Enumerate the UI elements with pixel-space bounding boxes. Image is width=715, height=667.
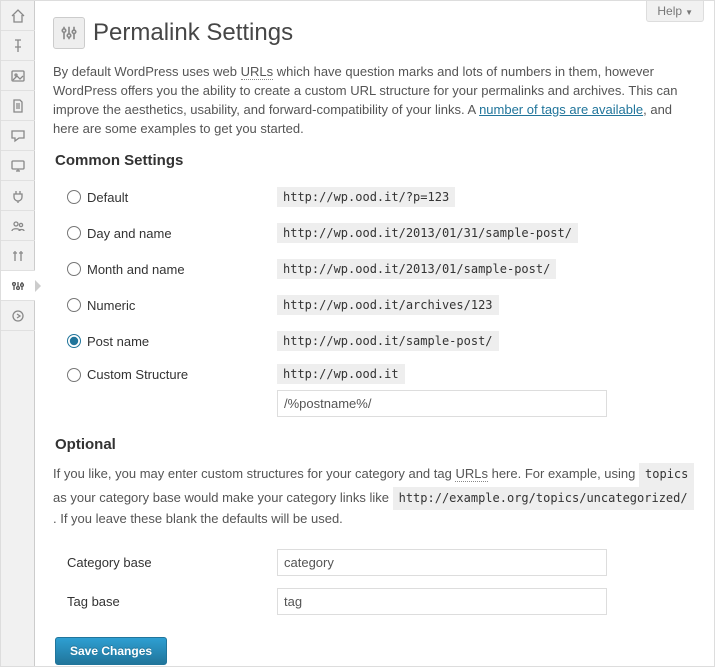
category-base-label: Category base: [67, 555, 277, 570]
page-title: Permalink Settings: [93, 19, 293, 47]
option-label: Custom Structure: [87, 367, 188, 382]
option-custom-structure: Custom Structure http://wp.ood.it: [53, 359, 696, 422]
option-label: Month and name: [87, 262, 185, 277]
sidebar-item-settings[interactable]: [1, 271, 35, 301]
sidebar-item-collapse[interactable]: [1, 301, 35, 331]
page-icon: [10, 98, 26, 114]
tag-base-input[interactable]: [277, 588, 607, 615]
sidebar-item-dashboard[interactable]: [1, 1, 35, 31]
option-label: Default: [87, 190, 128, 205]
radio-numeric[interactable]: [67, 298, 81, 312]
option-day-and-name: Day and name http://wp.ood.it/2013/01/31…: [53, 215, 696, 251]
option-label: Post name: [87, 334, 149, 349]
admin-sidebar: [1, 1, 35, 666]
settings-icon: [10, 278, 26, 294]
common-settings-heading: Common Settings: [55, 152, 696, 169]
sidebar-item-comments[interactable]: [1, 121, 35, 151]
option-example: http://wp.ood.it/sample-post/: [277, 331, 499, 351]
tools-icon: [10, 248, 26, 264]
option-label: Day and name: [87, 226, 172, 241]
plugin-icon: [10, 188, 26, 204]
option-label: Numeric: [87, 298, 135, 313]
tag-base-row: Tag base: [53, 582, 696, 621]
option-post-name: Post name http://wp.ood.it/sample-post/: [53, 323, 696, 359]
radio-post-name[interactable]: [67, 334, 81, 348]
option-example: http://wp.ood.it/archives/123: [277, 295, 499, 315]
help-tab[interactable]: Help▼: [646, 1, 704, 22]
page-heading: Permalink Settings: [53, 17, 696, 49]
custom-prefix: http://wp.ood.it: [277, 364, 405, 384]
tags-available-link[interactable]: number of tags are available: [479, 102, 643, 117]
category-base-row: Category base: [53, 543, 696, 582]
media-icon: [10, 68, 26, 84]
main-content: Help▼ Permalink Settings By default Word…: [35, 1, 714, 666]
abbr-urls: URLs: [241, 64, 274, 80]
custom-structure-input[interactable]: [277, 390, 607, 417]
collapse-icon: [10, 308, 26, 324]
help-label: Help: [657, 4, 682, 18]
option-month-and-name: Month and name http://wp.ood.it/2013/01/…: [53, 251, 696, 287]
users-icon: [10, 218, 26, 234]
intro-text: By default WordPress uses web URLs which…: [53, 63, 696, 138]
sidebar-item-media[interactable]: [1, 61, 35, 91]
option-numeric: Numeric http://wp.ood.it/archives/123: [53, 287, 696, 323]
chevron-down-icon: ▼: [685, 8, 693, 17]
option-example: http://wp.ood.it/2013/01/sample-post/: [277, 259, 556, 279]
pin-icon: [10, 38, 26, 54]
sidebar-item-users[interactable]: [1, 211, 35, 241]
tag-base-label: Tag base: [67, 594, 277, 609]
sidebar-item-tools[interactable]: [1, 241, 35, 271]
home-icon: [10, 8, 26, 24]
category-base-input[interactable]: [277, 549, 607, 576]
radio-custom-structure[interactable]: [67, 368, 81, 382]
comment-icon: [10, 128, 26, 144]
sidebar-item-appearance[interactable]: [1, 151, 35, 181]
abbr-urls: URLs: [455, 466, 488, 482]
option-example: http://wp.ood.it/?p=123: [277, 187, 455, 207]
option-default: Default http://wp.ood.it/?p=123: [53, 179, 696, 215]
sidebar-item-plugins[interactable]: [1, 181, 35, 211]
appearance-icon: [10, 158, 26, 174]
save-changes-button[interactable]: Save Changes: [55, 637, 167, 665]
optional-heading: Optional: [55, 436, 696, 453]
permalink-icon: [53, 17, 85, 49]
sidebar-item-posts[interactable]: [1, 31, 35, 61]
option-example: http://wp.ood.it/2013/01/31/sample-post/: [277, 223, 578, 243]
sidebar-item-pages[interactable]: [1, 91, 35, 121]
radio-month-and-name[interactable]: [67, 262, 81, 276]
optional-intro-text: If you like, you may enter custom struct…: [53, 463, 696, 529]
radio-default[interactable]: [67, 190, 81, 204]
radio-day-and-name[interactable]: [67, 226, 81, 240]
